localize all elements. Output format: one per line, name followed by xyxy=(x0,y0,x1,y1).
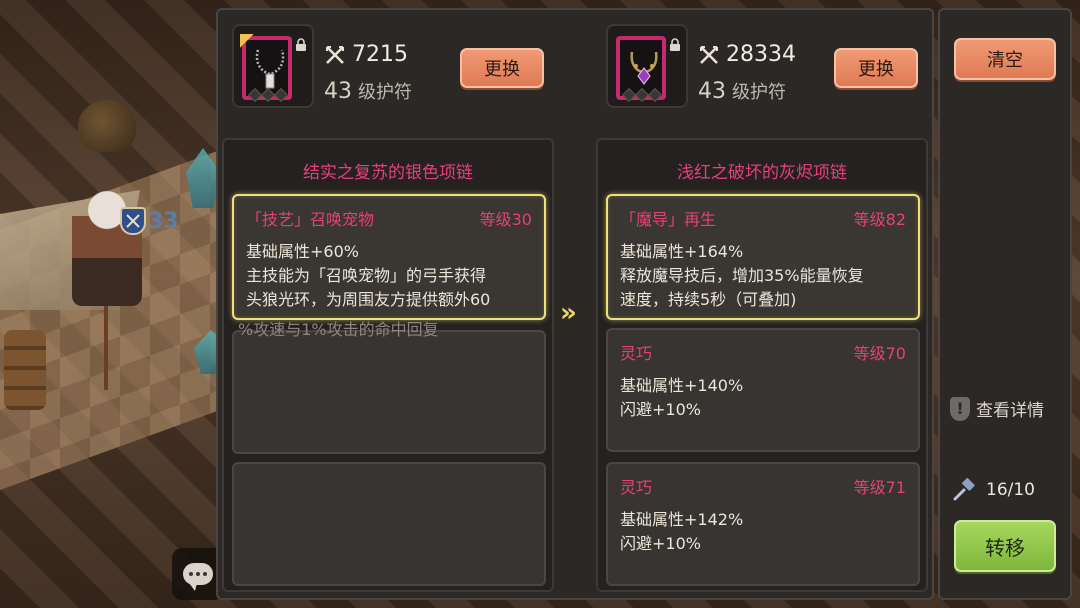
skill-description: 基础属性+142% 闪避+10% xyxy=(620,508,910,556)
rarity-corner xyxy=(240,34,254,48)
transfer-arrow-icon: » xyxy=(560,298,577,328)
skill-line: 基础属性+142% xyxy=(620,510,744,529)
replace-button-right[interactable]: 更换 xyxy=(834,48,918,88)
enhance-pips xyxy=(621,87,663,103)
skill-level: 等级71 xyxy=(853,478,906,497)
guild-badge: 33 xyxy=(120,206,179,236)
transfer-button[interactable]: 转移 xyxy=(954,520,1056,572)
lock-icon[interactable] xyxy=(668,38,682,52)
level-number: 43 xyxy=(698,79,726,104)
level-number: 43 xyxy=(324,79,352,104)
skill-name: 灵巧 xyxy=(620,344,653,363)
source-item-column: 结实之复苏的银色项链 「技艺」召唤宠物 等级30 基础属性+60% 主技能为「召… xyxy=(222,138,554,592)
clay-pot xyxy=(78,100,136,152)
skill-name: 「魔导」再生 xyxy=(620,210,717,229)
skill-line: 基础属性+164% xyxy=(620,242,744,261)
clear-button[interactable]: 清空 xyxy=(954,38,1056,80)
shield-sword-icon xyxy=(120,207,146,235)
target-skill-card[interactable]: 灵巧 等级70 基础属性+140% 闪避+10% xyxy=(606,328,920,452)
skill-level: 等级70 xyxy=(853,344,906,363)
lock-icon[interactable] xyxy=(294,38,308,52)
guild-badge-number: 33 xyxy=(148,208,179,234)
info-shield-icon: ! xyxy=(950,396,970,421)
enhance-pips xyxy=(247,87,289,103)
chat-bubble-icon xyxy=(183,563,213,591)
skill-overflow-text: %攻速与1%攻击的命中回复 xyxy=(238,320,439,339)
crossed-swords-icon xyxy=(326,45,344,64)
skill-line: 闪避+10% xyxy=(620,534,701,553)
skill-name: 「技艺」召唤宠物 xyxy=(246,210,375,229)
barrel xyxy=(4,330,46,410)
source-item-title: 结实之复苏的银色项链 xyxy=(303,163,473,183)
replace-button-left[interactable]: 更换 xyxy=(460,48,544,88)
empty-skill-slot[interactable] xyxy=(232,462,546,586)
skill-name: 灵巧 xyxy=(620,478,653,497)
power-display: 28334 xyxy=(698,42,796,67)
level-label: 级护符 xyxy=(358,82,412,103)
skill-description: 基础属性+60% 主技能为「召唤宠物」的弓手获得 头狼光环，为周围友方提供额外6… xyxy=(246,240,536,312)
skill-level: 等级30 xyxy=(479,210,532,229)
target-skill-card[interactable]: 「魔导」再生 等级82 基础属性+164% 释放魔导技后，增加35%能量恢复 速… xyxy=(606,194,920,320)
skill-line: 释放魔导技后，增加35%能量恢复 xyxy=(620,266,864,285)
skill-line: 主技能为「召唤宠物」的弓手获得 xyxy=(246,266,487,285)
item-level: 43 级护符 xyxy=(698,78,786,104)
skill-description: 基础属性+164% 释放魔导技后，增加35%能量恢复 速度，持续5秒（可叠加) xyxy=(620,240,910,312)
skill-level: 等级82 xyxy=(853,210,906,229)
view-details-button[interactable]: ! 查看详情 xyxy=(950,396,1044,421)
target-item-title: 浅红之破坏的灰烬项链 xyxy=(677,163,847,183)
power-display: 7215 xyxy=(324,42,408,67)
skill-line: 基础属性+140% xyxy=(620,376,744,395)
crossed-swords-icon xyxy=(700,45,718,64)
left-item-slot[interactable] xyxy=(232,24,314,108)
power-value: 28334 xyxy=(726,42,796,67)
empty-skill-slot[interactable] xyxy=(232,330,546,454)
side-panel xyxy=(938,8,1072,600)
silver-necklace-icon xyxy=(255,49,285,89)
ash-necklace-icon xyxy=(630,51,658,85)
transfer-count-value: 16/10 xyxy=(986,480,1035,500)
power-value: 7215 xyxy=(352,42,408,67)
target-skill-card[interactable]: 灵巧 等级71 基础属性+142% 闪避+10% xyxy=(606,462,920,586)
transfer-count: 16/10 xyxy=(952,478,1035,502)
skill-line: 基础属性+60% xyxy=(246,242,359,261)
player-character[interactable] xyxy=(72,186,142,306)
skill-description: 基础属性+140% 闪避+10% xyxy=(620,374,910,422)
item-level: 43 级护符 xyxy=(324,78,412,104)
skill-line: 闪避+10% xyxy=(620,400,701,419)
skill-line: 头狼光环，为周围友方提供额外60 xyxy=(246,290,491,309)
target-item-column: 浅红之破坏的灰烬项链 「魔导」再生 等级82 基础属性+164% 释放魔导技后，… xyxy=(596,138,928,592)
skill-line: 速度，持续5秒（可叠加) xyxy=(620,290,797,309)
source-skill-card[interactable]: 「技艺」召唤宠物 等级30 基础属性+60% 主技能为「召唤宠物」的弓手获得 头… xyxy=(232,194,546,320)
level-label: 级护符 xyxy=(732,82,786,103)
view-details-label: 查看详情 xyxy=(976,401,1044,421)
hammer-icon xyxy=(953,478,975,501)
right-item-slot[interactable] xyxy=(606,24,688,108)
